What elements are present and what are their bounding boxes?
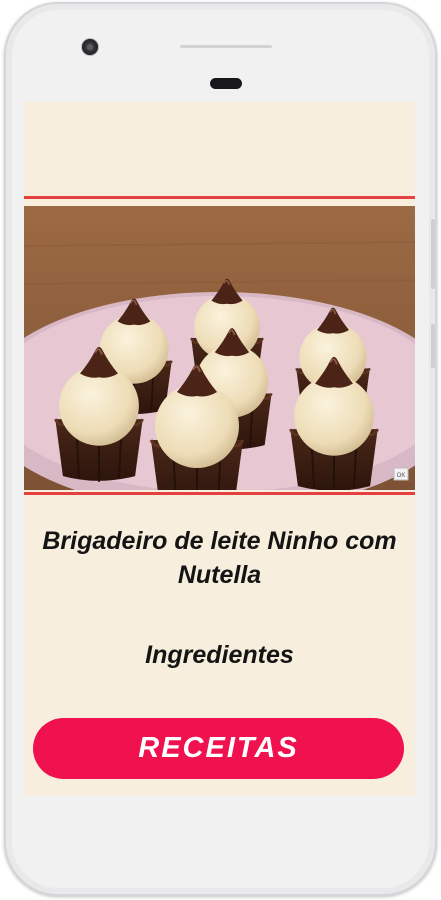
recipe-photo: OK [24, 206, 415, 490]
bottom-divider [24, 492, 415, 495]
recipe-title: Brigadeiro de leite Ninho com Nutella [42, 527, 397, 589]
speaker-grille [180, 45, 272, 48]
ingredients-heading: Ingredientes [145, 641, 294, 669]
earpiece-speaker [210, 78, 242, 89]
power-button [431, 324, 435, 368]
front-camera-icon [82, 39, 98, 55]
top-divider [24, 196, 415, 199]
app-screen: OK Brigadeiro de leite Ninho com Nutella… [24, 102, 415, 796]
receitas-button[interactable]: RECEITAS [33, 718, 404, 779]
photo-watermark: OK [397, 473, 406, 479]
volume-button [431, 219, 435, 289]
